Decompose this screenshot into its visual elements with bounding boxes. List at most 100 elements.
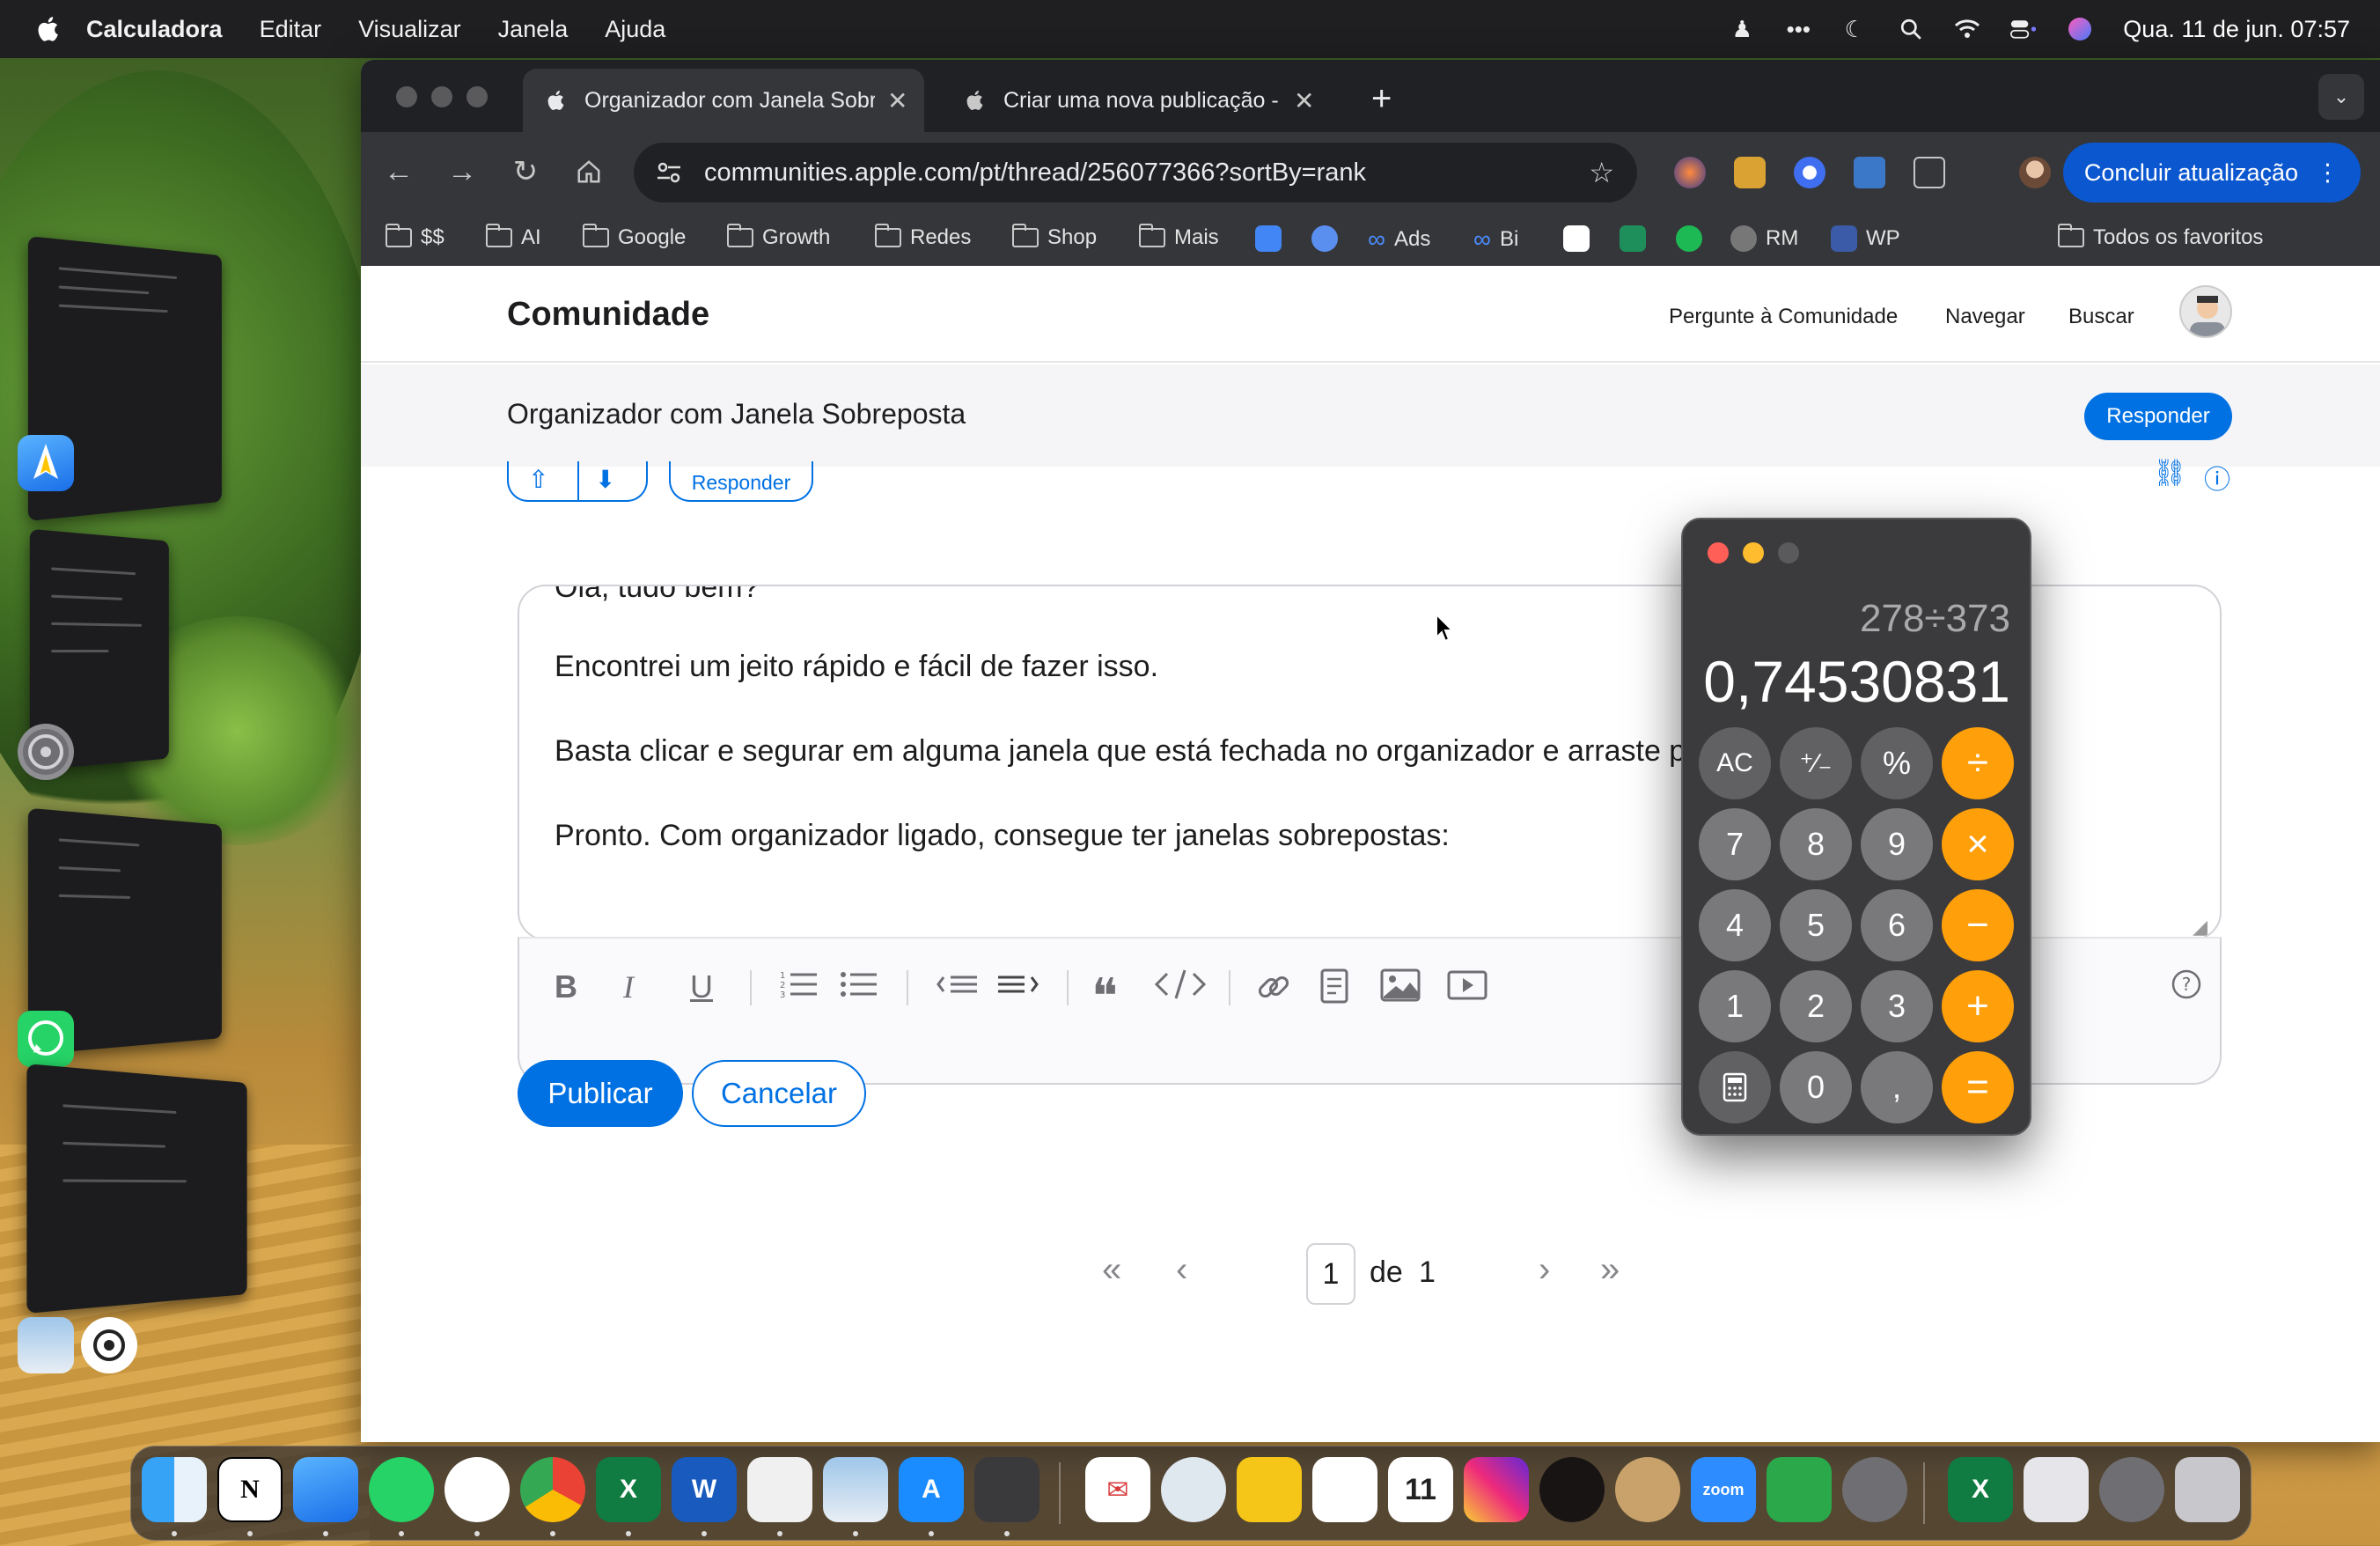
bookmark-wp[interactable]: WP [1831, 225, 1900, 252]
key-divide[interactable]: ÷ [1942, 727, 2014, 799]
nav-search[interactable]: Buscar [2068, 305, 2134, 329]
insert-link-icon[interactable] [1255, 968, 1292, 1005]
document-icon[interactable] [1320, 968, 1348, 1004]
user-avatar[interactable] [2179, 285, 2232, 338]
dock-whatsapp-icon[interactable] [369, 1457, 434, 1522]
menu-ajuda[interactable]: Ajuda [605, 16, 665, 43]
extensions-puzzle-icon[interactable] [1914, 157, 1945, 188]
dock-zoom-icon[interactable]: zoom [1691, 1457, 1756, 1522]
calc-zoom-button[interactable] [1778, 542, 1799, 563]
image-icon[interactable] [1380, 968, 1421, 1002]
indent-icon[interactable] [998, 968, 1039, 1000]
key-7[interactable]: 7 [1699, 808, 1771, 880]
key-equals[interactable]: = [1942, 1051, 2014, 1123]
key-2[interactable]: 2 [1780, 970, 1852, 1042]
cancel-button[interactable]: Cancelar [692, 1060, 866, 1127]
bookmark-ads[interactable]: ∞ Ads [1368, 225, 1430, 254]
last-page-icon[interactable]: » [1600, 1250, 1620, 1290]
calc-close-button[interactable] [1708, 542, 1729, 563]
italic-icon[interactable]: I [623, 968, 634, 1005]
window-minimize-button[interactable] [431, 86, 452, 107]
bookmark-all-favorites[interactable]: Todos os favoritos [2057, 224, 2263, 250]
stage-app-preview-icon[interactable] [18, 1317, 74, 1373]
bold-icon[interactable]: B [555, 968, 577, 1005]
dock-quicktime-icon[interactable] [1161, 1457, 1226, 1522]
dock-app-store-icon[interactable]: A [899, 1457, 964, 1522]
reload-icon[interactable]: ↻ [505, 151, 546, 192]
bookmark-calendar[interactable] [1255, 225, 1282, 252]
site-info-icon[interactable] [651, 155, 687, 190]
menu-visualizar[interactable]: Visualizar [358, 16, 461, 43]
menubar-clock[interactable]: Qua. 11 de jun. 07:57 [2123, 16, 2350, 43]
search-icon[interactable] [1898, 16, 1924, 42]
upvote-icon[interactable]: ⇧ [528, 465, 548, 494]
dock-word-icon[interactable]: W [672, 1457, 737, 1522]
back-icon[interactable]: ← [378, 151, 419, 192]
dock-calendar-icon[interactable]: 11 [1388, 1457, 1453, 1522]
bookmark-folder-ai[interactable]: AI [485, 224, 541, 250]
dock-numbers-icon[interactable] [1767, 1457, 1832, 1522]
publish-button[interactable]: Publicar [518, 1060, 683, 1127]
resize-handle-icon[interactable]: ◢ [2193, 916, 2207, 939]
key-ac[interactable]: AC [1699, 727, 1771, 799]
next-page-icon[interactable]: › [1539, 1250, 1550, 1290]
address-bar[interactable]: communities.apple.com/pt/thread/25607736… [634, 143, 1637, 202]
extension-3-icon[interactable] [1794, 157, 1825, 188]
key-minus[interactable]: − [1942, 889, 2014, 961]
siri-icon[interactable] [2067, 16, 2093, 42]
nav-ask-community[interactable]: Pergunte à Comunidade [1669, 305, 1898, 329]
profile-avatar[interactable] [2019, 157, 2051, 188]
bullet-list-icon[interactable] [840, 968, 877, 1000]
code-icon[interactable] [1155, 968, 1206, 1000]
dock-trash-icon[interactable] [2175, 1457, 2240, 1522]
tab-close-icon[interactable]: ✕ [887, 86, 907, 115]
chess-icon[interactable]: ♟ [1729, 16, 1755, 42]
bookmark-moon[interactable] [1620, 225, 1646, 252]
tab-organizador[interactable]: Organizador com Janela Sobreposta ✕ [523, 69, 924, 132]
underline-icon[interactable]: U [690, 968, 713, 1005]
dock-chrome-icon[interactable] [520, 1457, 585, 1522]
extension-2-icon[interactable] [1734, 157, 1766, 188]
key-6[interactable]: 6 [1861, 889, 1933, 961]
key-9[interactable]: 9 [1861, 808, 1933, 880]
key-8[interactable]: 8 [1780, 808, 1852, 880]
outdent-icon[interactable] [937, 968, 977, 1000]
forward-icon[interactable]: → [442, 151, 482, 192]
video-icon[interactable] [1447, 968, 1488, 1002]
dock-instagram-icon[interactable] [1464, 1457, 1529, 1522]
dock-csv-file-icon[interactable] [2024, 1457, 2089, 1522]
wifi-icon[interactable] [1954, 16, 1980, 42]
key-0[interactable]: 0 [1780, 1051, 1852, 1123]
bookmark-bi[interactable]: ∞ Bi [1473, 225, 1518, 254]
dock-excel-file-icon[interactable]: X [1948, 1457, 2013, 1522]
dock-system-icon[interactable] [2099, 1457, 2164, 1522]
home-icon[interactable] [569, 151, 609, 192]
dock-art-icon[interactable] [1615, 1457, 1680, 1522]
menu-editar[interactable]: Editar [260, 16, 322, 43]
dock-preview-icon[interactable] [823, 1457, 888, 1522]
nav-browse[interactable]: Navegar [1945, 305, 2025, 329]
key-calculator-icon[interactable] [1699, 1051, 1771, 1123]
bookmark-folder-mais[interactable]: Mais [1138, 224, 1219, 250]
control-center-icon[interactable] [2010, 16, 2037, 42]
dock-clickup-icon[interactable] [1312, 1457, 1377, 1522]
window-close-button[interactable] [396, 86, 417, 107]
bookmark-site-blue[interactable] [1311, 225, 1338, 252]
bookmark-folder-google[interactable]: Google [582, 224, 686, 250]
bookmark-star-icon[interactable]: ☆ [1589, 156, 1614, 189]
key-3[interactable]: 3 [1861, 970, 1933, 1042]
more-dots-icon[interactable]: ••• [1785, 16, 1811, 42]
key-comma[interactable]: , [1861, 1051, 1933, 1123]
tab-search-button[interactable]: ⌄ [2318, 74, 2364, 120]
extension-html-icon[interactable] [1854, 157, 1885, 188]
menu-janela[interactable]: Janela [498, 16, 569, 43]
first-page-icon[interactable]: « [1102, 1250, 1121, 1290]
bookmark-u[interactable] [1563, 225, 1590, 252]
community-brand[interactable]: Comunidade [507, 296, 709, 334]
stage-app-settings-icon[interactable] [18, 724, 74, 780]
bookmark-folder-shop[interactable]: Shop [1011, 224, 1097, 250]
dock-testflight-icon[interactable] [293, 1457, 358, 1522]
key-4[interactable]: 4 [1699, 889, 1771, 961]
reply-small-button[interactable]: Responder [669, 461, 813, 502]
key-1[interactable]: 1 [1699, 970, 1771, 1042]
